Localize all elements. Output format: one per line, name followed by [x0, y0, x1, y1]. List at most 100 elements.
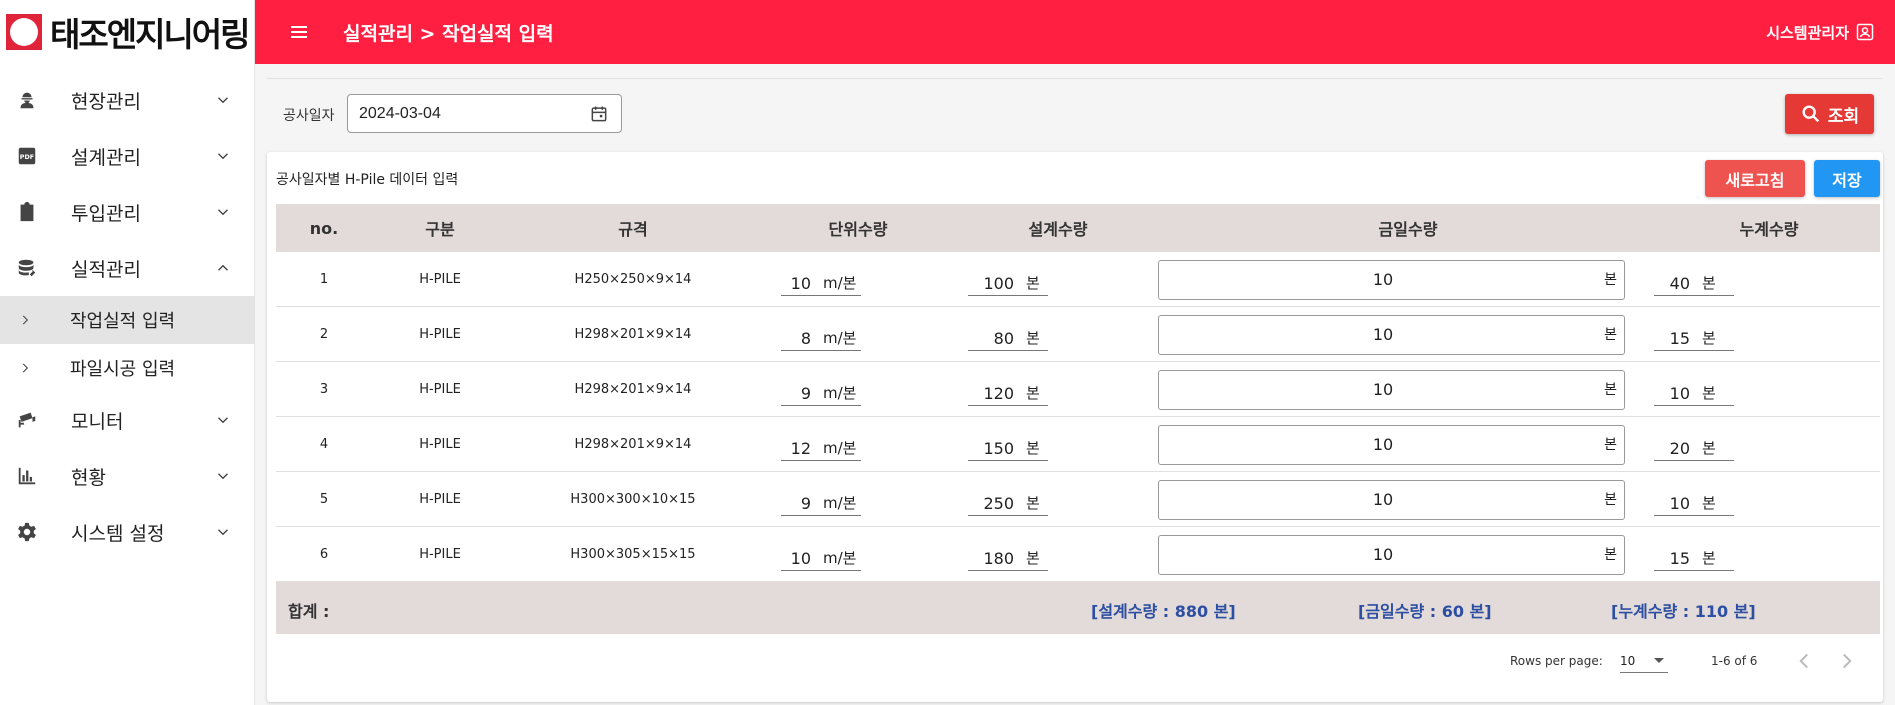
- column-header-cumulative-qty[interactable]: 누계수량: [1658, 204, 1880, 252]
- design-qty-field[interactable]: 250 본: [968, 490, 1048, 516]
- table-row: 3 H-PILE H298×201×9×14 9 m/본 120 본 10 본 …: [276, 362, 1880, 417]
- sidebar-item-label: 설계관리: [71, 146, 141, 169]
- column-header-unit-qty[interactable]: 단위수량: [758, 204, 958, 252]
- cumulative-qty-field[interactable]: 10 본: [1654, 380, 1734, 406]
- sidebar-item-label: 투입관리: [71, 202, 141, 225]
- unit-qty-value: 10: [790, 549, 811, 568]
- row-type: H-PILE: [419, 436, 461, 452]
- today-qty-input[interactable]: 10 본: [1158, 370, 1625, 410]
- table-row: 4 H-PILE H298×201×9×14 12 m/본 150 본 10 본…: [276, 417, 1880, 472]
- row-spec: H298×201×9×14: [574, 436, 692, 452]
- top-header: 실적관리 > 작업실적 입력 시스템관리자: [255, 0, 1895, 64]
- design-qty-field[interactable]: 80 본: [968, 325, 1048, 351]
- date-label: 공사일자: [283, 108, 335, 124]
- design-qty-unit: 본: [1026, 274, 1040, 292]
- total-today-qty: [금일수량 : 60 본]: [1358, 602, 1492, 621]
- cctv-icon: [16, 409, 38, 431]
- prev-page-button[interactable]: [1791, 648, 1817, 674]
- unit-qty-unit: m/본: [823, 439, 857, 457]
- sidebar-item-monitor[interactable]: 모니터: [0, 392, 254, 448]
- column-header-today-qty[interactable]: 금일수량: [1158, 204, 1658, 252]
- column-header-spec[interactable]: 규격: [508, 204, 758, 252]
- today-qty-unit: 본: [1604, 547, 1617, 563]
- card-title: 공사일자별 H-Pile 데이터 입력: [276, 172, 459, 188]
- cumulative-qty-field[interactable]: 15 본: [1654, 325, 1734, 351]
- design-qty-field[interactable]: 120 본: [968, 380, 1048, 406]
- brand-name: 태조엔지니어링: [50, 15, 251, 54]
- today-qty-input[interactable]: 10 본: [1158, 260, 1625, 300]
- search-button[interactable]: 조회: [1785, 94, 1874, 134]
- design-qty-value: 120: [983, 384, 1014, 403]
- cumulative-qty-field[interactable]: 10 본: [1654, 490, 1734, 516]
- row-spec: H300×305×15×15: [570, 546, 696, 562]
- chevron-down-icon: [214, 467, 232, 485]
- svg-text:PDF: PDF: [20, 153, 34, 161]
- column-header-design-qty[interactable]: 설계수량: [958, 204, 1158, 252]
- sidebar-item-status[interactable]: 현황: [0, 448, 254, 504]
- today-qty-input[interactable]: 10 본: [1158, 425, 1625, 465]
- rows-per-page-select[interactable]: 10: [1620, 649, 1668, 673]
- sidebar-item-performance-management[interactable]: 실적관리: [0, 240, 254, 296]
- row-no: 2: [319, 326, 329, 342]
- cumulative-qty-field[interactable]: 40 본: [1654, 270, 1734, 296]
- design-qty-unit: 본: [1026, 549, 1040, 567]
- sidebar-subitem-pile-construction-input[interactable]: 파일시공 입력: [0, 344, 254, 392]
- cumulative-qty-unit: 본: [1702, 494, 1716, 512]
- today-qty-value: 10: [1372, 325, 1394, 344]
- chevron-down-icon: [214, 147, 232, 165]
- today-qty-input[interactable]: 10 본: [1158, 315, 1625, 355]
- sidebar-item-design-management[interactable]: PDF 설계관리: [0, 128, 254, 184]
- unit-qty-unit: m/본: [823, 274, 857, 292]
- account-box-icon[interactable]: [1855, 22, 1875, 42]
- brand-logo[interactable]: 태조엔지니어링: [0, 0, 254, 64]
- unit-qty-field[interactable]: 8 m/본: [781, 325, 861, 351]
- design-qty-value: 250: [983, 494, 1014, 513]
- today-qty-unit: 본: [1604, 327, 1617, 343]
- sidebar-item-label: 현황: [71, 466, 106, 489]
- column-header-type[interactable]: 구분: [372, 204, 508, 252]
- unit-qty-field[interactable]: 9 m/본: [781, 380, 861, 406]
- today-qty-unit: 본: [1604, 492, 1617, 508]
- design-qty-field[interactable]: 180 본: [968, 545, 1048, 571]
- row-no: 5: [319, 491, 329, 507]
- row-type: H-PILE: [419, 271, 461, 287]
- design-qty-field[interactable]: 100 본: [968, 270, 1048, 296]
- hpile-table: no. 구분 규격 단위수량 설계수량 금일수량 누계수량 1 H-PILE H…: [276, 204, 1880, 634]
- cumulative-qty-value: 10: [1669, 494, 1690, 513]
- cumulative-qty-field[interactable]: 20 본: [1654, 435, 1734, 461]
- search-button-label: 조회: [1827, 106, 1860, 127]
- column-header-no[interactable]: no.: [276, 204, 372, 252]
- cumulative-qty-field[interactable]: 15 본: [1654, 545, 1734, 571]
- table-header-row: no. 구분 규격 단위수량 설계수량 금일수량 누계수량: [276, 204, 1880, 252]
- design-qty-field[interactable]: 150 본: [968, 435, 1048, 461]
- refresh-button[interactable]: 새로고침: [1705, 160, 1805, 197]
- chevron-left-icon: [1799, 653, 1808, 669]
- user-name[interactable]: 시스템관리자: [1766, 22, 1849, 43]
- chevron-right-icon: [1843, 653, 1852, 669]
- unit-qty-field[interactable]: 10 m/본: [781, 270, 861, 296]
- today-qty-input[interactable]: 10 본: [1158, 535, 1625, 575]
- sidebar-item-input-management[interactable]: 투입관리: [0, 184, 254, 240]
- sidebar-item-site-management[interactable]: 현장관리: [0, 72, 254, 128]
- today-qty-value: 10: [1372, 270, 1394, 289]
- total-label: 합계 :: [288, 602, 330, 621]
- today-qty-unit: 본: [1604, 437, 1617, 453]
- sidebar-item-system-settings[interactable]: 시스템 설정: [0, 504, 254, 560]
- cumulative-qty-unit: 본: [1702, 274, 1716, 292]
- hamburger-menu-icon[interactable]: [287, 20, 311, 44]
- cumulative-qty-value: 20: [1669, 439, 1690, 458]
- gear-icon: [16, 521, 38, 543]
- save-button[interactable]: 저장: [1814, 160, 1880, 197]
- unit-qty-field[interactable]: 9 m/본: [781, 490, 861, 516]
- sidebar-item-label: 실적관리: [71, 258, 141, 281]
- date-input[interactable]: [359, 104, 569, 123]
- cumulative-qty-value: 15: [1669, 549, 1690, 568]
- cumulative-qty-unit: 본: [1702, 384, 1716, 402]
- next-page-button[interactable]: [1834, 648, 1860, 674]
- sidebar-subitem-work-record-input[interactable]: 작업실적 입력: [0, 296, 254, 344]
- today-qty-input[interactable]: 10 본: [1158, 480, 1625, 520]
- unit-qty-field[interactable]: 12 m/본: [781, 435, 861, 461]
- unit-qty-field[interactable]: 10 m/본: [781, 545, 861, 571]
- calendar-icon[interactable]: [589, 104, 609, 124]
- date-field[interactable]: [347, 94, 622, 133]
